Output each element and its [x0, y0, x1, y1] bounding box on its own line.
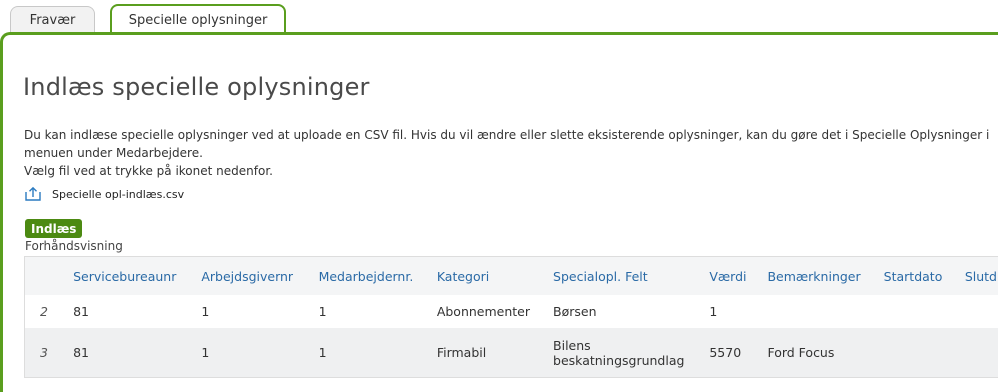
cell-arbejdsgivernr: 1 [201, 295, 319, 328]
row-index: 3 [25, 328, 74, 377]
cell-kategori: Firmabil [436, 328, 554, 377]
cell-vaerdi: 5570 [709, 328, 768, 377]
column-header-arbejdsgivernr[interactable]: Arbejdsgivernr [201, 257, 319, 295]
upload-icon[interactable] [24, 186, 42, 202]
cell-startdato [883, 295, 965, 328]
preview-label: Forhåndsvisning [25, 239, 123, 253]
tab-fravaer[interactable]: Fravær [10, 6, 95, 34]
table-row: 2 81 1 1 Abonnementer Børsen 1 [25, 295, 998, 328]
file-selector[interactable]: Specielle opl-indlæs.csv [24, 186, 184, 202]
cell-arbejdsgivernr: 1 [201, 328, 319, 377]
table-row: 3 81 1 1 Firmabil Bilens beskatningsgrun… [25, 328, 998, 377]
column-header-servicebureaunr[interactable]: Servicebureaunr [73, 257, 202, 295]
cell-slutdato [964, 328, 998, 377]
column-header-bemaerkninger[interactable]: Bemærkninger [767, 257, 884, 295]
column-header-specialopl-felt[interactable]: Specialopl. Felt [553, 257, 710, 295]
tab-bar: Fravær Specielle oplysninger [0, 0, 998, 36]
cell-medarbejdernr: 1 [318, 328, 437, 377]
description-text: Du kan indlæse specielle oplysninger ved… [24, 128, 990, 160]
cell-servicebureaunr: 81 [73, 328, 202, 377]
tab-specielle-oplysninger[interactable]: Specielle oplysninger [110, 4, 286, 35]
cell-medarbejdernr: 1 [318, 295, 437, 328]
cell-startdato [883, 328, 965, 377]
page-title: Indlæs specielle oplysninger [23, 73, 370, 101]
cell-specialopl-felt: Børsen [553, 295, 710, 328]
cell-kategori: Abonnementer [436, 295, 554, 328]
description-instruction: Vælg fil ved at trykke på ikonet nedenfo… [24, 164, 273, 178]
load-button[interactable]: Indlæs [25, 219, 83, 238]
table-header-row: Servicebureaunr Arbejdsgivernr Medarbejd… [25, 257, 998, 295]
cell-servicebureaunr: 81 [73, 295, 202, 328]
column-header-vaerdi[interactable]: Værdi [709, 257, 768, 295]
row-index: 2 [25, 295, 74, 328]
cell-bemaerkninger: Ford Focus [767, 328, 884, 377]
cell-specialopl-felt: Bilens beskatningsgrundlag [553, 328, 710, 377]
file-name: Specielle opl-indlæs.csv [52, 187, 185, 201]
column-header-index [25, 257, 74, 295]
column-header-kategori[interactable]: Kategori [436, 257, 554, 295]
column-header-medarbejdernr[interactable]: Medarbejdernr. [318, 257, 437, 295]
description: Du kan indlæse specielle oplysninger ved… [24, 126, 994, 180]
column-header-startdato[interactable]: Startdato [883, 257, 965, 295]
cell-bemaerkninger [767, 295, 884, 328]
cell-slutdato [964, 295, 998, 328]
column-header-slutdato[interactable]: Slutd [964, 257, 998, 295]
preview-table: Servicebureaunr Arbejdsgivernr Medarbejd… [24, 256, 998, 378]
cell-vaerdi: 1 [709, 295, 768, 328]
